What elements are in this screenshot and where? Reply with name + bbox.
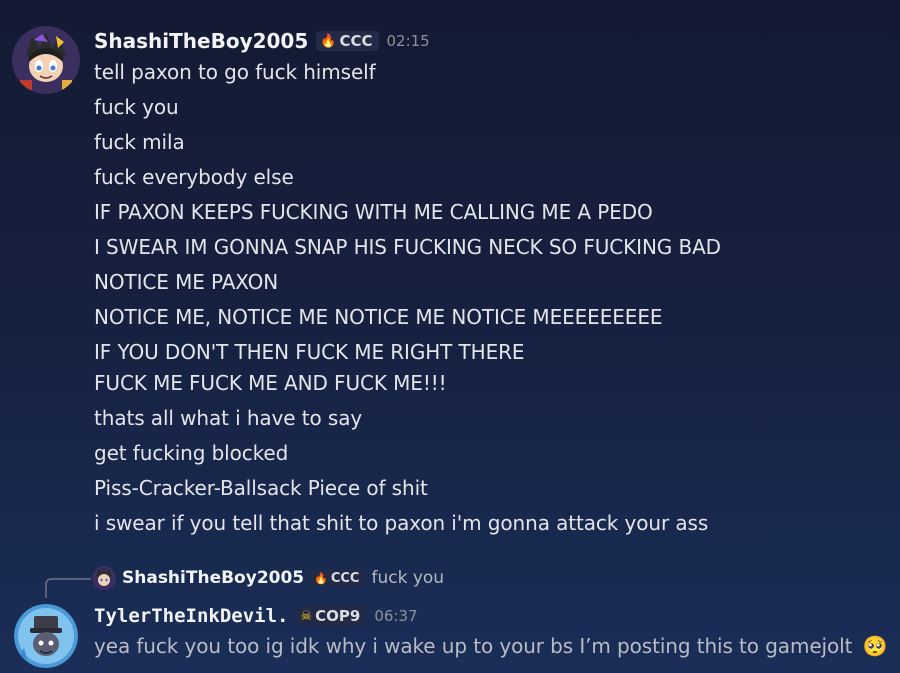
server-tag[interactable]: 🔥 CCC — [316, 31, 379, 51]
reply-text: fuck you — [371, 568, 445, 588]
reply-preview[interactable]: ShashiTheBoy2005 🔥 CCC fuck you — [92, 566, 444, 590]
message-body: yea fuck you too ig idk why i wake up to… — [94, 634, 853, 658]
reply-avatar — [92, 566, 116, 590]
message-line: Piss-Cracker-Ballsack Piece of shit — [94, 476, 428, 500]
reply-username[interactable]: ShashiTheBoy2005 — [122, 568, 304, 588]
message-header: ShashiTheBoy2005 🔥 CCC 02:15 — [94, 28, 430, 54]
timestamp[interactable]: 02:15 — [387, 32, 430, 50]
message-line: IF PAXON KEEPS FUCKING WITH ME CALLING M… — [94, 200, 653, 224]
flame-icon: 🔥 — [320, 33, 337, 49]
avatar[interactable] — [12, 26, 80, 94]
username[interactable]: TylerTheInkDevil. — [94, 605, 288, 627]
server-tag-label: CCC — [339, 32, 373, 50]
avatar-image — [14, 604, 78, 668]
message-line: thats all what i have to say — [94, 406, 363, 430]
message-line: fuck everybody else — [94, 165, 294, 189]
flame-icon: 🔥 — [314, 571, 328, 585]
pleading-face-emoji: 🥺 — [862, 634, 888, 658]
username[interactable]: ShashiTheBoy2005 — [94, 29, 308, 53]
message-header: TylerTheInkDevil. ☠ COP9 06:37 — [94, 604, 418, 628]
message-line: fuck mila — [94, 130, 185, 154]
reply-server-tag-label: CCC — [330, 570, 360, 586]
message-line: NOTICE ME, NOTICE ME NOTICE ME NOTICE ME… — [94, 305, 663, 329]
message-line: get fucking blocked — [94, 441, 289, 465]
reply-server-tag: 🔥 CCC — [310, 569, 366, 587]
reply-connector — [45, 578, 91, 598]
message-text: yea fuck you too ig idk why i wake up to… — [94, 634, 888, 658]
message-line: FUCK ME FUCK ME AND FUCK ME!!! — [94, 371, 447, 395]
message-line: fuck you — [94, 95, 179, 119]
message-line: IF YOU DON'T THEN FUCK ME RIGHT THERE — [94, 340, 525, 364]
timestamp[interactable]: 06:37 — [374, 607, 417, 625]
server-tag[interactable]: ☠ COP9 — [296, 606, 367, 626]
message-line: NOTICE ME PAXON — [94, 270, 279, 294]
avatar[interactable] — [14, 604, 78, 668]
avatar-image — [12, 26, 80, 94]
message-line: i swear if you tell that shit to paxon i… — [94, 511, 709, 535]
server-tag-label: COP9 — [315, 607, 361, 625]
message-line: tell paxon to go fuck himself — [94, 60, 376, 84]
skull-icon: ☠ — [300, 608, 313, 624]
message-line: I SWEAR IM GONNA SNAP HIS FUCKING NECK S… — [94, 235, 721, 259]
